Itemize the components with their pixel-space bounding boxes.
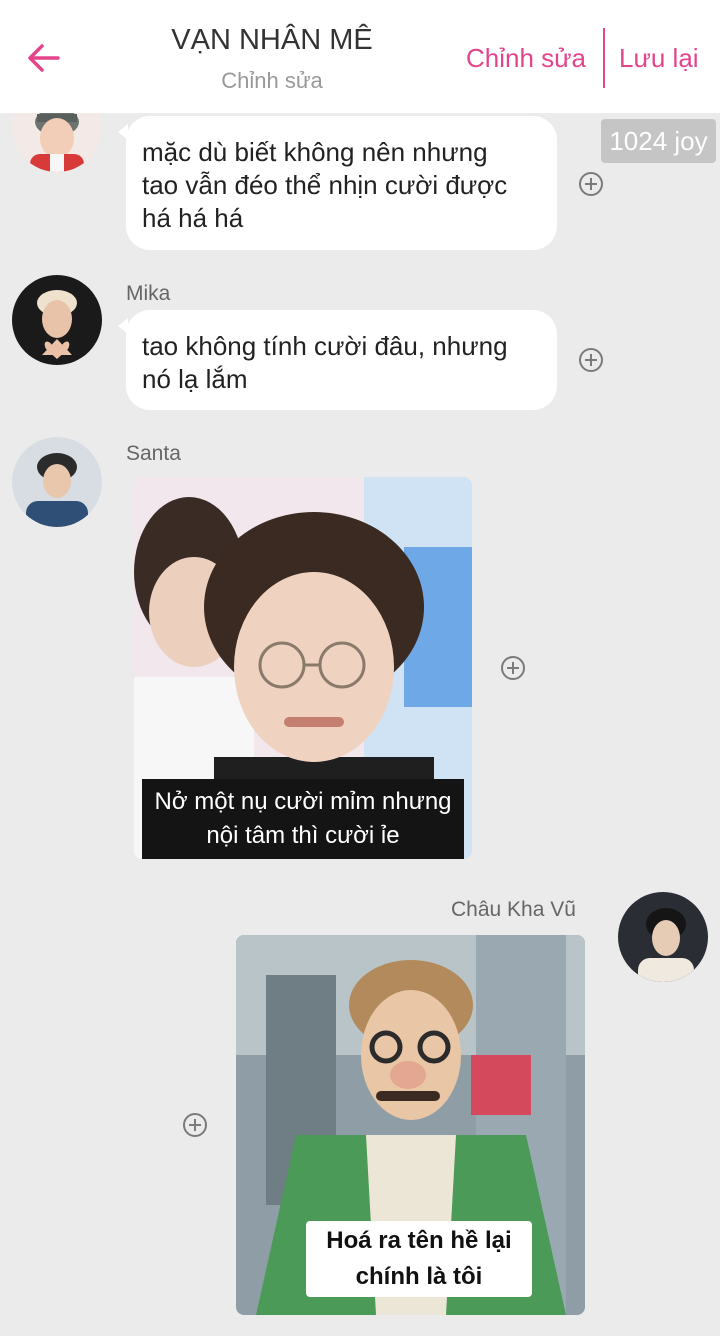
save-button[interactable]: Lưu lại [619, 43, 699, 74]
app-header: VẠN NHÂN MÊ Chỉnh sửa Chỉnh sửa Lưu lại [0, 0, 720, 113]
sender-name: Santa [126, 442, 181, 465]
image-caption-line: Nở một nụ cười mỉm nhưng [154, 788, 452, 815]
avatar[interactable] [12, 437, 102, 527]
image-caption-line: chính là tôi [355, 1263, 483, 1290]
page-subtitle: Chỉnh sửa [221, 68, 323, 93]
avatar[interactable] [618, 892, 708, 982]
message-text-line: tao vẫn đéo thể nhịn cười được [142, 170, 508, 200]
image-caption-line: Hoá ra tên hề lại [326, 1227, 512, 1254]
message-text-line: há há há [142, 203, 244, 233]
page-title: VẠN NHÂN MÊ [171, 24, 373, 56]
image-caption: Hoá ra tên hề lại chính là tôi [306, 1221, 532, 1297]
meme-image[interactable]: Hoá ra tên hề lại chính là tôi [236, 935, 585, 1315]
message-text-line: mặc dù biết không nên nhưng [142, 137, 488, 167]
sender-name: Châu Kha Vũ [451, 898, 576, 921]
plus-circle-icon[interactable] [182, 1112, 208, 1138]
message-bubble[interactable]: tao không tính cười đâu, nhưng nó lạ lắm [118, 310, 557, 410]
plus-circle-icon[interactable] [578, 171, 604, 197]
plus-circle-icon[interactable] [500, 655, 526, 681]
edit-button[interactable]: Chỉnh sửa [466, 43, 586, 74]
image-caption: Nở một nụ cười mỉm nhưng nội tâm thì cườ… [142, 779, 464, 859]
joy-badge: 1024 joy [601, 119, 716, 163]
meme-image[interactable]: Nở một nụ cười mỉm nhưng nội tâm thì cườ… [134, 477, 472, 859]
sender-name: Mika [126, 282, 171, 305]
plus-circle-icon[interactable] [578, 347, 604, 373]
message-bubble[interactable]: mặc dù biết không nên nhưng tao vẫn đéo … [118, 116, 557, 250]
message-text-line: nó lạ lắm [142, 364, 248, 394]
message-text-line: tao không tính cười đâu, nhưng [142, 331, 508, 361]
header-divider [603, 28, 605, 88]
avatar[interactable] [12, 275, 102, 365]
arrow-left-icon[interactable] [24, 38, 64, 78]
image-caption-line: nội tâm thì cười ỉe [206, 822, 400, 849]
